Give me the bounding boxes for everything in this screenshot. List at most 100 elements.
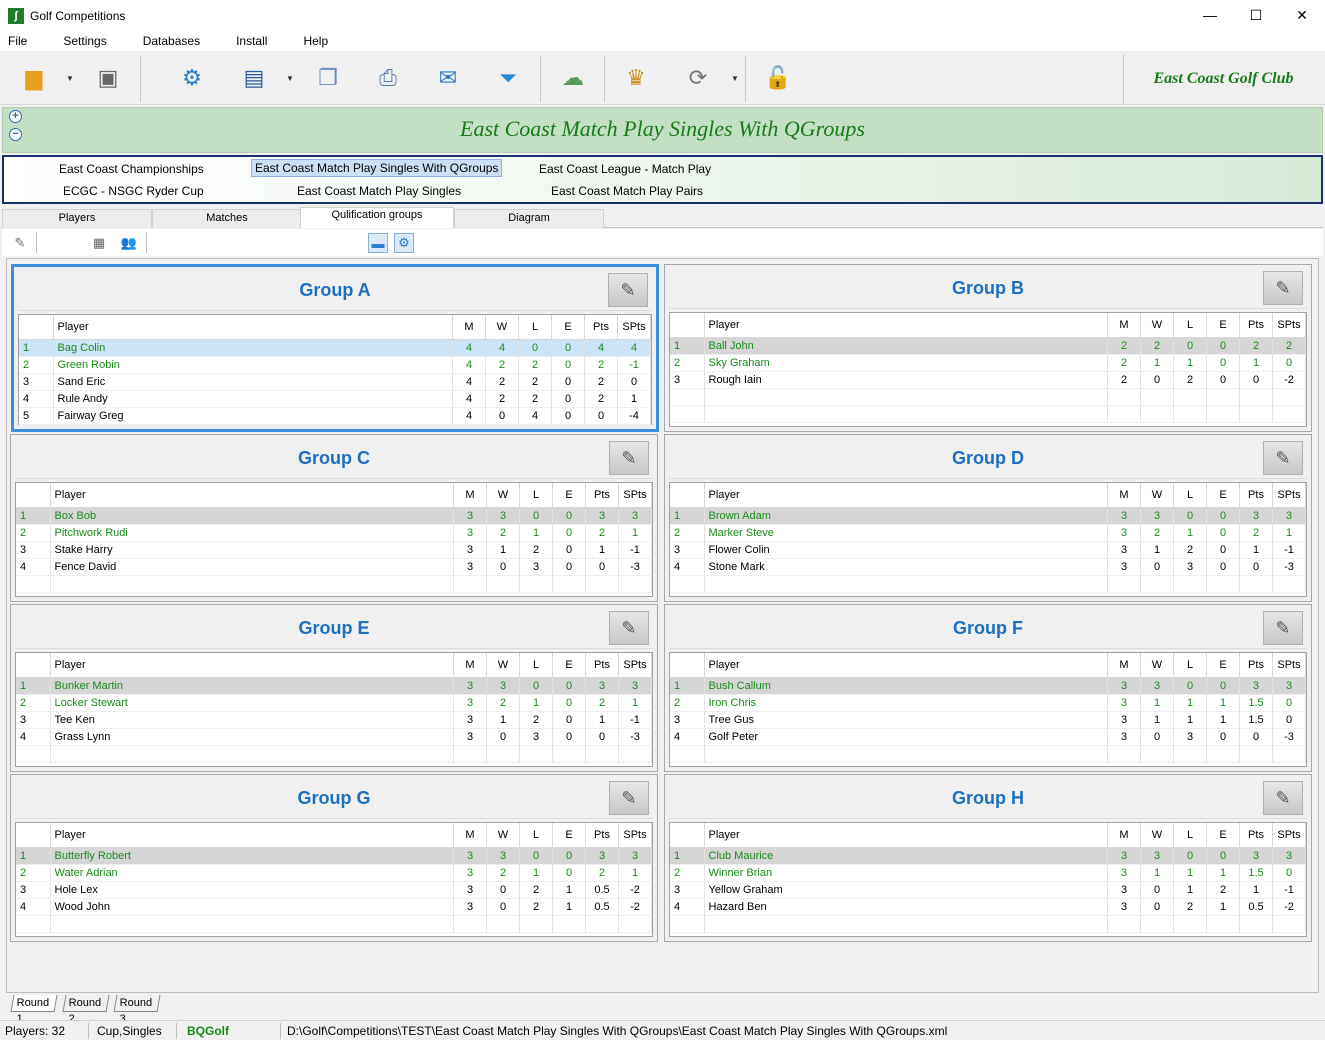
group-title: Group G	[297, 788, 371, 808]
maximize-button[interactable]: ☐	[1233, 0, 1279, 30]
group-table: Player M W L E Pts SPts 1 Bunker Martin 3 3 0 0 3 3 2…	[16, 653, 652, 763]
table-row[interactable]: 3 Rough Iain 2 0 2 0 0 -2	[670, 371, 1306, 389]
table-row[interactable]: 4 Stone Mark 3 0 3 0 0 -3	[670, 558, 1306, 576]
filter-icon[interactable]: ⏷	[492, 62, 524, 94]
group-table: Player M W L E Pts SPts 1 Butterfly Robert 3 3 0 0 3…	[16, 823, 652, 933]
table-row[interactable]: 3 Yellow Graham 3 0 1 2 1 -1	[670, 881, 1306, 899]
table-row[interactable]: 2 Sky Graham 2 1 1 0 1 0	[670, 354, 1306, 372]
edit-group-icon[interactable]: ✎	[609, 441, 649, 475]
table-row[interactable]: 2 Pitchwork Rudi 3 2 1 0 2 1	[16, 524, 652, 542]
competition-item[interactable]: East Coast Match Play Singles	[294, 183, 464, 199]
table-row[interactable]: 1 Bunker Martin 3 3 0 0 3 3	[16, 677, 652, 695]
competition-list: East Coast Championships East Coast Matc…	[2, 155, 1323, 204]
trophy-icon[interactable]: ♛	[620, 62, 652, 94]
table-row[interactable]: 4 Wood John 3 0 2 1 0.5 -2	[16, 898, 652, 916]
group-panel-e: Group E ✎ Player M W L E Pts SPts 1 Bunker Mart…	[10, 604, 658, 772]
edit-group-icon[interactable]: ✎	[1263, 271, 1303, 305]
competition-item[interactable]: ECGC - NSGC Ryder Cup	[60, 183, 207, 199]
settings-gear-icon[interactable]: ⚙	[176, 62, 208, 94]
sync-icon[interactable]: ⟳	[682, 62, 714, 94]
group-title: Group C	[298, 448, 370, 468]
menu-bar: File Settings Databases Install Help	[0, 31, 1325, 51]
list-icon[interactable]: ▦	[89, 233, 109, 253]
table-row[interactable]: 1 Box Bob 3 3 0 0 3 3	[16, 507, 652, 525]
tab-qualification-groups[interactable]: Qulification groups	[300, 207, 454, 228]
edit-group-icon[interactable]: ✎	[1263, 611, 1303, 645]
window-title: Golf Competitions	[30, 8, 126, 23]
open-folder-icon[interactable]: ▆	[18, 62, 50, 94]
group-panel-f: Group F ✎ Player M W L E Pts SPts 1 Bush Callum…	[664, 604, 1312, 772]
table-row[interactable]: 3 Tee Ken 3 1 2 0 1 -1	[16, 711, 652, 729]
tab-players[interactable]: Players	[2, 209, 152, 228]
group-table: Player M W L E Pts SPts 1 Box Bob 3 3 0 0 3 3 2 Pitchw…	[16, 483, 652, 593]
edit-group-icon[interactable]: ✎	[1263, 781, 1303, 815]
table-row[interactable]: 3 Flower Colin 3 1 2 0 1 -1	[670, 541, 1306, 559]
people-icon[interactable]: 👥	[119, 233, 139, 253]
menu-install[interactable]: Install	[228, 34, 275, 48]
word-document-icon[interactable]: ▤	[238, 62, 270, 94]
group-panel-b: Group B ✎ Player M W L E Pts SPts 1 Ball John 2 2…	[664, 264, 1312, 432]
table-row[interactable]: 2 Locker Stewart 3 2 1 0 2 1	[16, 694, 652, 712]
competition-item-selected[interactable]: East Coast Match Play Singles With QGrou…	[251, 159, 503, 177]
table-row[interactable]: 3 Sand Eric 4 2 2 0 2 0	[19, 373, 651, 391]
table-row[interactable]: 1 Ball John 2 2 0 0 2 2	[670, 337, 1306, 355]
table-row[interactable]: 4 Fence David 3 0 3 0 0 -3	[16, 558, 652, 576]
monitor-icon[interactable]: ▬	[368, 233, 388, 253]
edit-group-icon[interactable]: ✎	[609, 611, 649, 645]
table-row[interactable]: 2 Winner Brian 3 1 1 1 1.5 0	[670, 864, 1306, 882]
menu-help[interactable]: Help	[295, 34, 336, 48]
table-row[interactable]: 4 Rule Andy 4 2 2 0 2 1	[19, 390, 651, 408]
competition-item[interactable]: East Coast Championships	[56, 161, 207, 177]
table-row[interactable]: 1 Brown Adam 3 3 0 0 3 3	[670, 507, 1306, 525]
table-row[interactable]: 4 Grass Lynn 3 0 3 0 0 -3	[16, 728, 652, 746]
status-path: D:\Golf\Competitions\TEST\East Coast Mat…	[287, 1024, 948, 1038]
table-row[interactable]: 2 Green Robin 4 2 2 0 2 -1	[19, 356, 651, 374]
close-button[interactable]: ✕	[1279, 0, 1325, 30]
tab-matches[interactable]: Matches	[152, 209, 302, 228]
table-row[interactable]: 1 Club Maurice 3 3 0 0 3 3	[670, 847, 1306, 865]
edit-group-icon[interactable]: ✎	[1263, 441, 1303, 475]
copy-pages-icon[interactable]: ❐	[312, 62, 344, 94]
competition-item[interactable]: East Coast League - Match Play	[536, 161, 714, 177]
unlock-icon[interactable]: 🔓	[762, 62, 794, 94]
edit-group-icon[interactable]: ✎	[609, 781, 649, 815]
pencil-icon[interactable]: ✎	[10, 233, 30, 253]
sync-dropdown-icon[interactable]: ▼	[731, 74, 739, 83]
menu-databases[interactable]: Databases	[135, 34, 208, 48]
group-table: Player M W L E Pts SPts 1 Club Maurice 3 3 0 0 3 3 2W…	[670, 823, 1306, 933]
competition-item[interactable]: East Coast Match Play Pairs	[548, 183, 706, 199]
table-row[interactable]: 5 Fairway Greg 4 0 4 0 0 -4	[19, 407, 651, 425]
group-table: Player M W L E Pts SPts 1 Bag Colin 4 4 0 0 4 4 2 Gree…	[19, 315, 651, 425]
table-row[interactable]: 2 Water Adrian 3 2 1 0 2 1	[16, 864, 652, 882]
open-dropdown-icon[interactable]: ▼	[66, 74, 74, 83]
table-row[interactable]: 1 Butterfly Robert 3 3 0 0 3 3	[16, 847, 652, 865]
gear-icon[interactable]: ⚙	[394, 233, 414, 253]
table-row[interactable]: 3 Hole Lex 3 0 2 1 0.5 -2	[16, 881, 652, 899]
group-panel-d: Group D ✎ Player M W L E Pts SPts 1 Brown Adam 3…	[664, 434, 1312, 602]
document-dropdown-icon[interactable]: ▼	[286, 74, 294, 83]
group-table: Player M W L E Pts SPts 1 Brown Adam 3 3 0 0 3 3 2 Mar…	[670, 483, 1306, 593]
round-tab-1[interactable]: Round 1	[10, 995, 58, 1025]
edit-group-icon[interactable]: ✎	[608, 273, 648, 307]
round-tab-3[interactable]: Round 3	[113, 995, 161, 1025]
round-tab-2[interactable]: Round 2	[62, 995, 110, 1025]
menu-file[interactable]: File	[0, 34, 35, 48]
table-row[interactable]: 3 Tree Gus 3 1 1 1 1.5 0	[670, 711, 1306, 729]
group-table: Player M W L E Pts SPts 1 Bush Callum 3 3 0 0 3 3 2 Ir…	[670, 653, 1306, 763]
menu-settings[interactable]: Settings	[55, 34, 114, 48]
group-title: Group E	[298, 618, 370, 638]
table-row[interactable]: 1 Bag Colin 4 4 0 0 4 4	[19, 339, 651, 357]
group-panel-g: Group G ✎ Player M W L E Pts SPts 1 Butterfly R…	[10, 774, 658, 942]
table-row[interactable]: 1 Bush Callum 3 3 0 0 3 3	[670, 677, 1306, 695]
table-row[interactable]: 2 Marker Steve 3 2 1 0 2 1	[670, 524, 1306, 542]
table-row[interactable]: 3 Stake Harry 3 1 2 0 1 -1	[16, 541, 652, 559]
print-icon[interactable]: ⎙	[372, 62, 404, 94]
tab-diagram[interactable]: Diagram	[454, 209, 604, 228]
email-icon[interactable]: ✉	[432, 62, 464, 94]
cloud-upload-icon[interactable]: ☁	[557, 62, 589, 94]
save-icon[interactable]: ▣	[92, 62, 124, 94]
table-row[interactable]: 4 Golf Peter 3 0 3 0 0 -3	[670, 728, 1306, 746]
minimize-button[interactable]: —	[1187, 0, 1233, 30]
table-row[interactable]: 4 Hazard Ben 3 0 2 1 0.5 -2	[670, 898, 1306, 916]
table-row[interactable]: 2 Iron Chris 3 1 1 1 1.5 0	[670, 694, 1306, 712]
